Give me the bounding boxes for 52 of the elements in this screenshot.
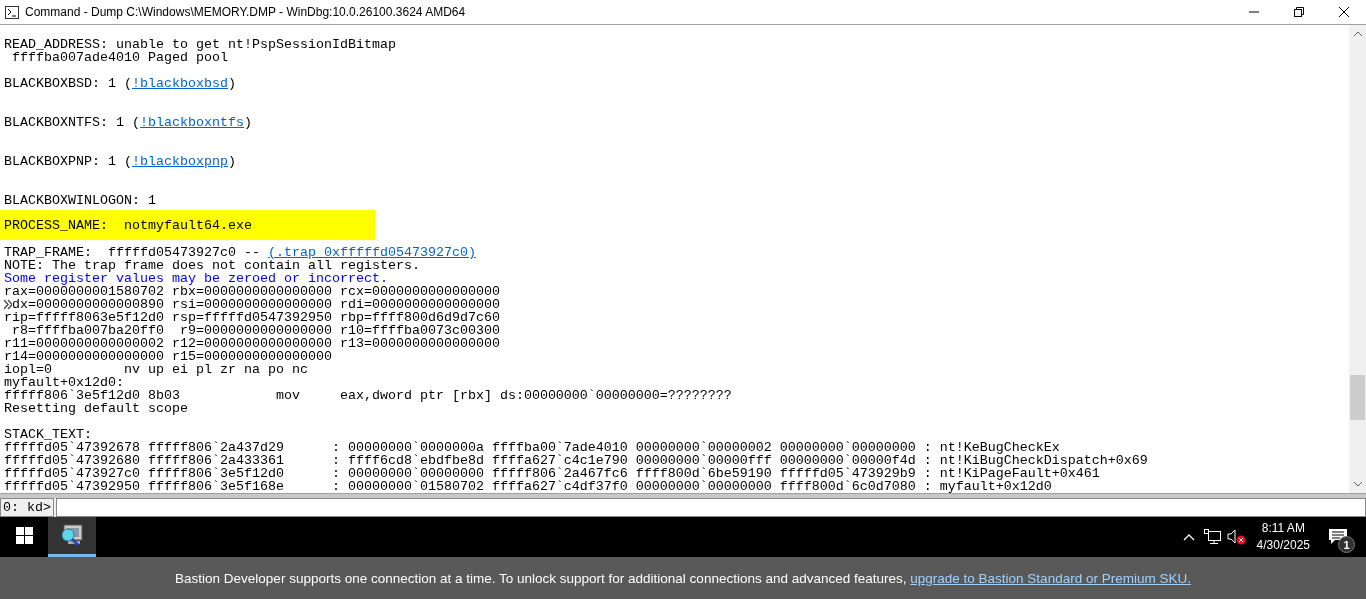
output-line: fffffd05`473927c0 fffff806`3e5f12d0 : 00000000`00000000 fffff806`2a467fc6 ffff800d`6be59190 fffffd05`473929b9 : nt!KiPageFault+0x461 [4,467,1100,480]
output-line: rip=fffff8063e5f12d0 rsp=fffffd0547392950 rbp=ffff800d6d9d7c60 [4,311,500,324]
output-line: dx=0000000000000890 rsi=0000000000000000 rdi=0000000000000000 [12,298,500,311]
close-icon [1338,7,1349,17]
command-prompt: 0: kd> [0,498,54,517]
clock[interactable]: 8:11 AM 4/30/2025 [1248,517,1318,557]
output-line: fffffd05`47392950 fffff806`3e5f168e : 00000000`01580702 ffffa627`c4df37f0 00000000`00000000 ffff800d`6c0d7080 : myfault+0x12d0 [4,480,1052,493]
output-line: READ_ADDRESS: unable to get nt!PspSessionIdBitmap [4,38,396,51]
windows-logo-icon [15,527,33,544]
notification-count: 1 [1338,536,1355,553]
banner-message: Bastion Developer supports one connection at a time. To unlock support for additional connections and advanced features, upgrade to Bastion Standard or Premium SKU. [175,570,1191,586]
output-line: BLACKBOXNTFS: 1 ( [4,116,140,129]
command-input[interactable] [56,498,1366,517]
window-title: Command - Dump C:\Windows\MEMORY.DMP - WinDbg:10.0.26100.3624 AMD64 [25,5,467,19]
output-line: ffffba007ade4010 Paged pool [11,51,228,64]
output-line: iopl=0 nv up ei pl zr na po nc [4,363,308,376]
clock-time: 8:11 AM [1261,520,1305,537]
output-line: r8=ffffba007ba20ff0 r9=0000000000000000 r10=ffffba0073c00300 [12,324,500,337]
debugger-app-button[interactable] [48,517,96,557]
clock-date: 4/30/2025 [1256,537,1310,554]
scroll-down-icon[interactable] [1352,481,1363,487]
command-link[interactable]: !blackboxpnp [132,155,228,168]
scrollbar[interactable] [1349,25,1366,493]
output-line: ) [227,77,236,90]
output-line: TRAP_FRAME: fffffd05473927c0 -- [4,246,260,259]
upgrade-link[interactable]: upgrade to Bastion Standard or Premium SKU. [910,570,1191,586]
output-line: Some register values may be zeroed or incorrect. [4,272,388,285]
output-line: BLACKBOXWINLOGON: 1 [4,194,156,207]
output-line: myfault+0x12d0: [4,376,124,389]
current-line-icon [4,298,12,311]
output-line: BLACKBOXPNP: 1 ( [4,155,132,168]
output-line: ) [227,155,236,168]
command-link[interactable]: (.trap 0xfffffd05473927c0) [267,246,476,259]
console-icon [5,5,19,19]
output-line: STACK_TEXT: [4,428,92,441]
output-line: fffffd05`47392678 fffff806`2a437d29 : 00000000`0000000a ffffba00`7ade4010 00000000`00000002 00000000`00000000 : nt!KeBugCheckEx [4,441,1060,454]
output-line: rax=0000000001580702 rbx=0000000000000000 rcx=0000000000000000 [4,285,500,298]
output-line: ) [243,116,252,129]
restore-icon [1293,7,1304,17]
output-line: r14=0000000000000000 r15=0000000000000000 [4,350,332,363]
notifications-button[interactable]: 1 [1318,517,1358,557]
command-link[interactable]: !blackboxntfs [140,116,244,129]
monitor-magnifier-icon [59,522,85,549]
output-line: fffff806`3e5f12d0 8b03 mov eax,dword ptr [rbx] ds:00000000`00000000=???????? [4,389,732,402]
output-line: Resetting default scope [4,402,188,415]
command-link[interactable]: !blackboxbsd [132,77,228,90]
scroll-up-icon[interactable] [1352,31,1363,37]
output-line: fffffd05`47392680 fffff806`2a433361 : ffff6cd8`ebdfbe8d ffffa627`c4c1e790 00000000`00000fff 00000000`00000f4d : nt!KiBugCheckDispatch+0x69 [4,454,1148,467]
output-line: r11=0000000000000002 r12=0000000000000000 r13=0000000000000000 [4,337,500,350]
output-line: NOTE: The trap frame does not contain all registers. [4,259,420,272]
scroll-thumb[interactable] [1350,375,1365,420]
output-line: BLACKBOXBSD: 1 ( [4,77,132,90]
